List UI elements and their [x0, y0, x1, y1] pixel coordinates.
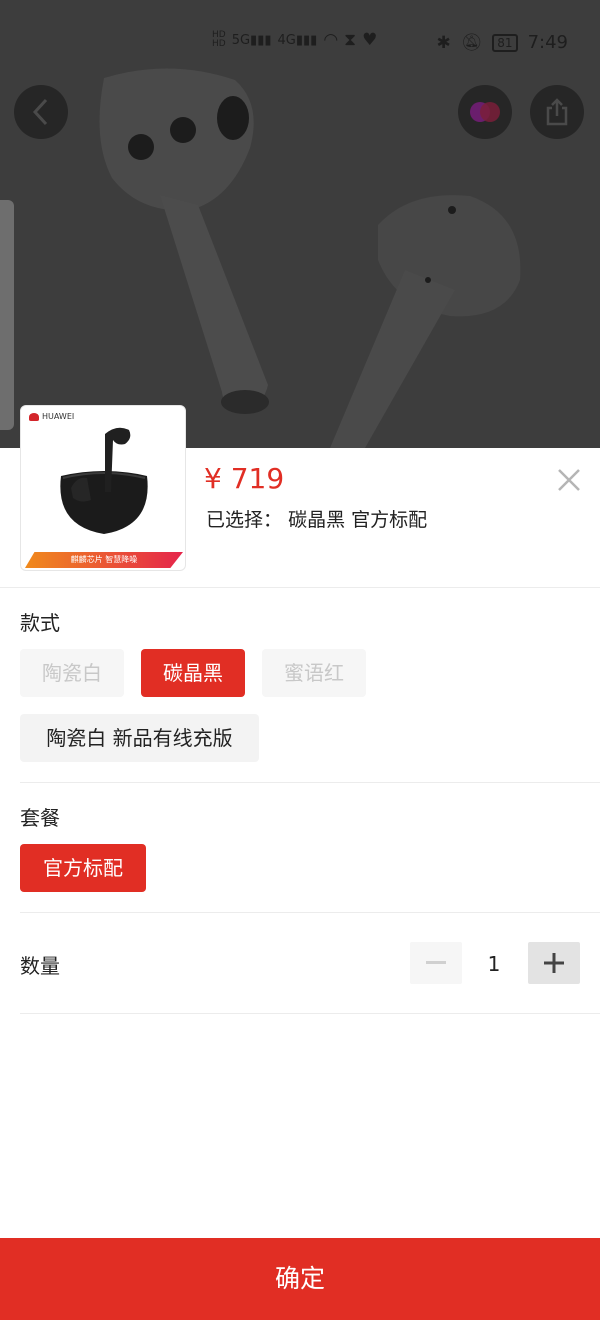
side-drawer-handle[interactable] [0, 200, 14, 430]
back-icon [32, 98, 48, 126]
share-icon [546, 98, 568, 126]
divider [20, 782, 600, 783]
confirm-button[interactable]: 确定 [0, 1238, 600, 1320]
color-swatch-button[interactable] [458, 85, 512, 139]
quantity-decrease-button[interactable] [410, 942, 462, 984]
selected-label: 已选择： [206, 509, 283, 531]
health-icon: ♥ [362, 30, 378, 50]
product-image-backdrop: HD HD 5G▮▮▮ 4G▮▮▮ ◠ ⧗ ♥ ✱ 🔕︎ 81 7:49 [0, 0, 600, 448]
share-button[interactable] [530, 85, 584, 139]
bluetooth-icon: ✱ [436, 32, 451, 53]
hd-icon: HD HD [212, 30, 226, 49]
earbuds-image [99, 68, 521, 448]
style-option-honey-red[interactable]: 蜜语红 [262, 649, 366, 697]
hourglass-icon: ⧗ [344, 30, 357, 50]
close-icon [558, 469, 580, 491]
product-thumbnail: HUAWEI 麒麟芯片 智慧降噪 [20, 405, 186, 571]
wifi-icon: ◠ [323, 30, 339, 50]
divider [0, 587, 600, 588]
style-section-title: 款式 [20, 611, 60, 635]
selected-summary: 已选择： 碳晶黑 官方标配 [206, 505, 427, 532]
minus-icon [426, 961, 446, 964]
style-option-ceramic-white-wired[interactable]: 陶瓷白 新品有线充版 [20, 714, 259, 762]
quantity-label: 数量 [20, 954, 60, 978]
earbuds-case-image [60, 427, 148, 534]
battery-indicator: 81 [492, 33, 518, 52]
style-option-ceramic-white[interactable]: 陶瓷白 [20, 649, 124, 697]
promo-ribbon: 麒麟芯片 智慧降噪 [25, 552, 183, 568]
selected-value: 碳晶黑 官方标配 [288, 509, 428, 531]
divider [20, 912, 600, 913]
back-button[interactable] [14, 85, 68, 139]
style-option-carbon-black[interactable]: 碳晶黑 [141, 649, 245, 697]
plus-icon [544, 953, 564, 973]
status-bar: HD HD 5G▮▮▮ 4G▮▮▮ ◠ ⧗ ♥ ✱ 🔕︎ 81 7:49 [0, 28, 600, 64]
package-option-official[interactable]: 官方标配 [20, 844, 146, 892]
close-button[interactable] [553, 464, 585, 496]
package-section-title: 套餐 [20, 806, 60, 830]
signal-5g-icon: 5G▮▮▮ [231, 32, 272, 48]
mute-icon: 🔕︎ [460, 32, 483, 53]
quantity-increase-button[interactable] [528, 942, 580, 984]
clock: 7:49 [527, 32, 568, 53]
signal-4g-icon: 4G▮▮▮ [277, 32, 318, 48]
price: ¥ 719 [204, 462, 285, 495]
divider [20, 1013, 600, 1014]
quantity-value[interactable]: 1 [470, 952, 518, 976]
color-swatch-icon [470, 102, 500, 122]
